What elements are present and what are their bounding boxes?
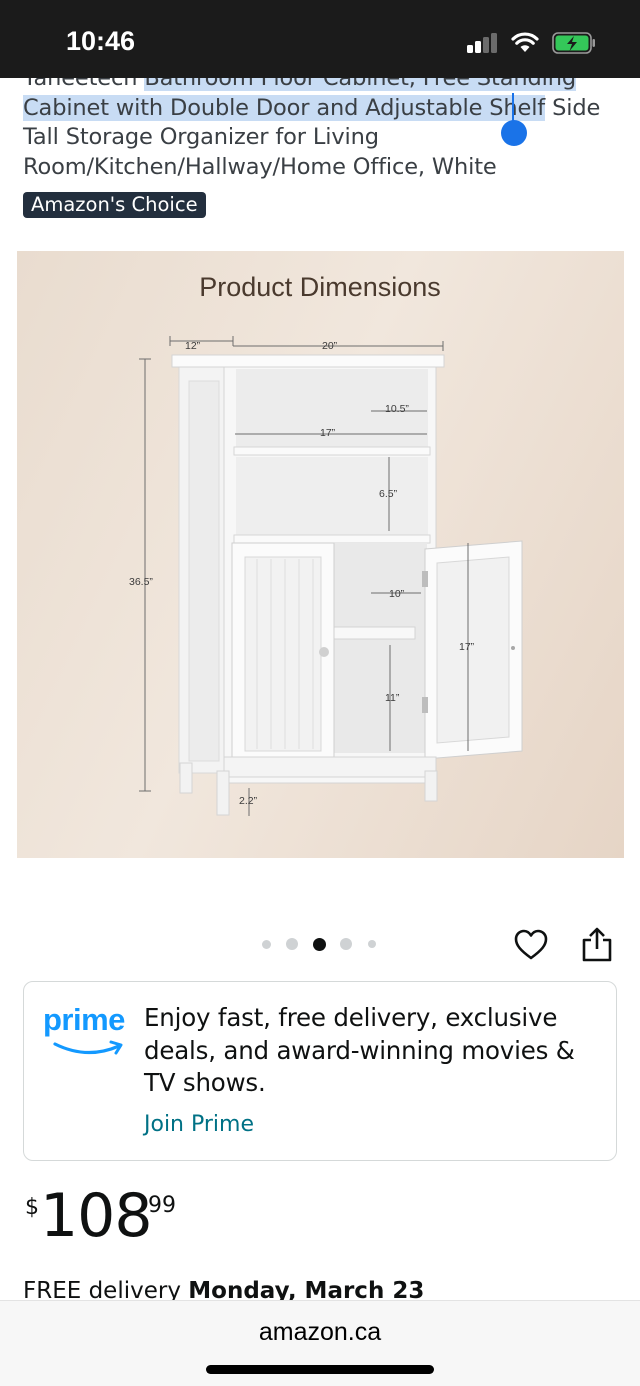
carousel-dot[interactable] xyxy=(286,938,298,950)
wifi-icon xyxy=(511,32,539,52)
dim-leg-height: 2.2” xyxy=(239,795,258,807)
url-text[interactable]: amazon.ca xyxy=(0,1318,640,1347)
prime-description: Enjoy fast, free delivery, exclusive dea… xyxy=(144,1003,575,1097)
product-title[interactable]: Yaheetech Bathroom Floor Cabinet, Free S… xyxy=(23,78,623,182)
dim-top-shelf: 10.5” xyxy=(385,403,409,415)
delivery-date: Monday, March 23 xyxy=(188,1278,425,1300)
dim-lower-shelf: 11” xyxy=(385,692,400,704)
carousel-dot-active[interactable] xyxy=(313,938,326,951)
status-time: 10:46 xyxy=(66,26,136,56)
amazons-choice-badge[interactable]: Amazon's Choice xyxy=(23,192,206,218)
delivery-info: FREE delivery Monday, March 23 xyxy=(0,1270,640,1300)
heart-icon[interactable] xyxy=(514,928,548,962)
dim-depth: 12” xyxy=(185,340,201,352)
dim-cabinet-depth: 10” xyxy=(389,588,405,600)
dim-width: 20” xyxy=(322,340,338,352)
battery-charging-icon xyxy=(552,32,595,54)
product-image[interactable]: Product Dimensions 12” 20” 36.5” 10.5” 1… xyxy=(17,251,624,858)
selection-handle[interactable] xyxy=(501,120,527,146)
join-prime-link[interactable]: Join Prime xyxy=(144,1112,254,1137)
price-fraction: 99 xyxy=(148,1193,176,1218)
product-title-lead: Yaheetech xyxy=(23,78,145,91)
prime-promo-card[interactable]: prime Enjoy fast, free delivery, exclusi… xyxy=(23,981,617,1161)
dim-inner-width: 17” xyxy=(320,427,336,439)
dim-door-height: 17” xyxy=(459,641,475,653)
carousel-dot[interactable] xyxy=(262,940,271,949)
price: $ 108 99 xyxy=(23,1183,323,1253)
delivery-prefix: FREE delivery xyxy=(23,1278,189,1300)
cabinet-dimension-illustration: Product Dimensions 12” 20” 36.5” 10.5” 1… xyxy=(129,272,523,816)
prime-logo: prime xyxy=(43,1002,133,1062)
status-bar: 10:46 xyxy=(0,0,640,78)
share-icon[interactable] xyxy=(581,926,613,962)
home-indicator[interactable] xyxy=(206,1365,434,1374)
browser-url-bar[interactable]: amazon.ca xyxy=(0,1300,640,1386)
carousel-dot[interactable] xyxy=(340,938,352,950)
prime-smile-icon xyxy=(53,1040,123,1055)
carousel-dot[interactable] xyxy=(368,940,376,948)
dim-height: 36.5” xyxy=(129,576,153,588)
cellular-signal-icon xyxy=(467,33,499,53)
prime-logo-text: prime xyxy=(43,1002,125,1037)
price-whole: 108 xyxy=(40,1181,153,1251)
price-currency: $ xyxy=(25,1195,39,1220)
dim-middle-shelf: 6.5” xyxy=(379,488,398,500)
image-heading: Product Dimensions xyxy=(199,272,441,302)
image-carousel-dots[interactable] xyxy=(262,936,382,952)
